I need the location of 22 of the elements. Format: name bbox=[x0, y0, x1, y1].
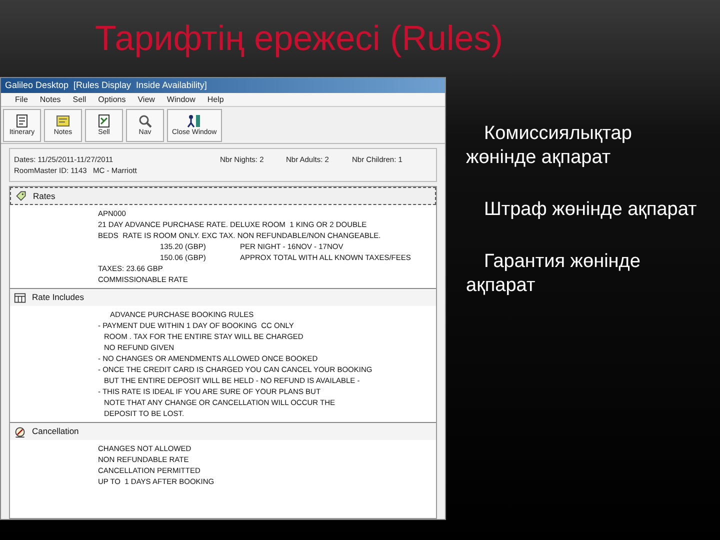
menu-item[interactable]: Options bbox=[98, 96, 126, 104]
search-icon bbox=[138, 114, 152, 128]
section-title: Cancellation bbox=[32, 425, 79, 438]
menu-item[interactable]: View bbox=[138, 96, 155, 104]
section-title: Rate Includes bbox=[32, 291, 84, 304]
table-icon bbox=[14, 292, 26, 304]
menu-item[interactable]: Sell bbox=[72, 96, 86, 104]
checkmark-document-icon bbox=[97, 114, 111, 128]
bullet-text: Штраф жөнінде ақпарат bbox=[483, 198, 698, 222]
menu-item[interactable]: File bbox=[15, 96, 28, 104]
slide-title: Тарифтің ережесі (Rules) bbox=[95, 21, 503, 56]
menu-item[interactable]: Window bbox=[166, 96, 196, 104]
menu-item[interactable]: Notes bbox=[40, 96, 61, 104]
section-title: Rates bbox=[33, 190, 56, 202]
bullet-text: Комиссиялықтар жөнінде ақпарат bbox=[466, 122, 633, 170]
window-title: Galileo Desktop [Rules Display Inside Availability] bbox=[5, 81, 207, 90]
tag-icon bbox=[15, 190, 27, 202]
menu-item[interactable]: Help bbox=[207, 96, 224, 104]
document-icon bbox=[15, 114, 29, 128]
bullet-text: Гарантия жөнінде ақпарат bbox=[466, 250, 642, 298]
note-icon bbox=[56, 114, 70, 128]
no-sign-icon bbox=[14, 426, 26, 438]
